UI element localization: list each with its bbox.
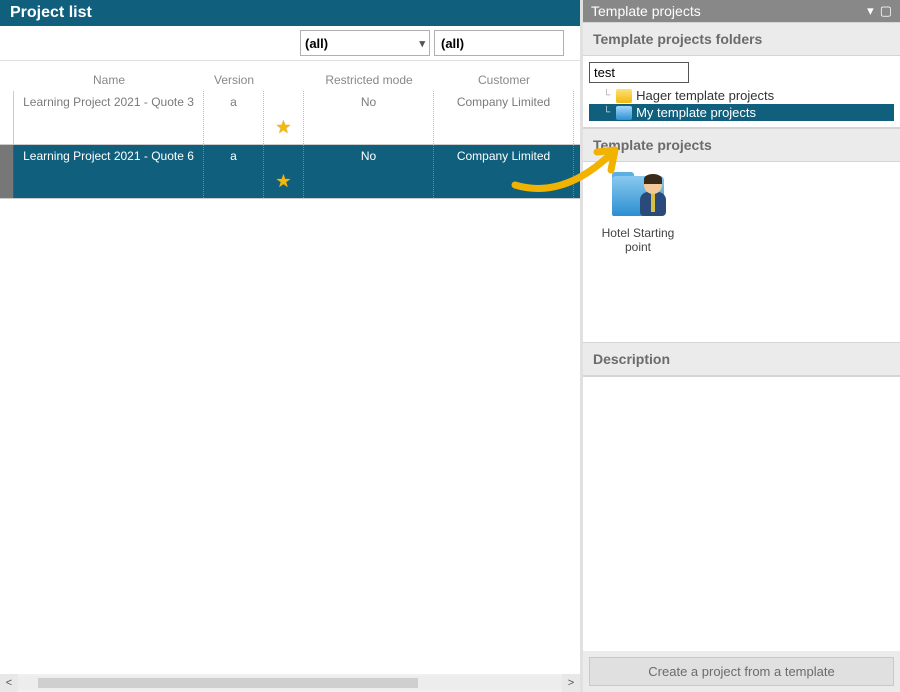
folder-blue-icon (616, 106, 632, 120)
project-folder-person-icon (608, 172, 668, 220)
filter-input[interactable] (434, 30, 564, 56)
cell-customer: Company Limited (434, 91, 574, 144)
create-button-row: Create a project from a template (583, 651, 900, 692)
col-header-customer[interactable]: Customer (434, 73, 574, 87)
pin-icon[interactable]: ▢ (880, 3, 892, 19)
template-project-item[interactable]: Hotel Starting point (593, 172, 683, 254)
folders-section-header: Template projects folders (583, 22, 900, 56)
create-project-button[interactable]: Create a project from a template (589, 657, 894, 686)
project-list-panel: Project list (all) ▾ Name Version Restri… (0, 0, 580, 692)
scroll-track[interactable] (18, 676, 562, 690)
dropdown-icon[interactable]: ▾ (867, 3, 874, 19)
cell-restricted: No (304, 91, 434, 144)
folders-body: └ Hager template projects └ My template … (583, 56, 900, 128)
folder-yellow-icon (616, 89, 632, 103)
filter-dropdown[interactable]: (all) ▾ (300, 30, 430, 56)
cell-customer: Company Limited (434, 145, 574, 198)
grid-header: Name Version Restricted mode Customer (0, 61, 580, 91)
cell-version: a (204, 145, 264, 198)
tree-item-hager[interactable]: └ Hager template projects (589, 87, 894, 104)
description-body (583, 376, 900, 651)
cell-name: Learning Project 2021 - Quote 3 (14, 91, 204, 144)
projects-body: Hotel Starting point (583, 162, 900, 342)
filter-row: (all) ▾ (0, 26, 580, 61)
table-row[interactable]: Learning Project 2021 - Quote 3 a ★ No C… (0, 91, 580, 145)
row-handle[interactable] (0, 91, 14, 144)
table-row[interactable]: Learning Project 2021 - Quote 6 a ★ No C… (0, 145, 580, 199)
tree-item-label: Hager template projects (636, 88, 774, 103)
cell-restricted: No (304, 145, 434, 198)
folder-search-input[interactable] (589, 62, 689, 83)
grid-body: Learning Project 2021 - Quote 3 a ★ No C… (0, 91, 580, 674)
col-header-version[interactable]: Version (204, 73, 264, 87)
template-projects-panel: Template projects ▾ ▢ Template projects … (580, 0, 900, 692)
col-header-name[interactable]: Name (14, 73, 204, 87)
scroll-right-arrow-icon[interactable]: > (562, 674, 580, 692)
col-header-restricted[interactable]: Restricted mode (304, 73, 434, 87)
row-handle[interactable] (0, 145, 14, 198)
description-section-header: Description (583, 342, 900, 376)
cell-version: a (204, 91, 264, 144)
horizontal-scrollbar[interactable]: < > (0, 674, 580, 692)
template-panel-titlebar: Template projects ▾ ▢ (583, 0, 900, 22)
folder-tree: └ Hager template projects └ My template … (589, 87, 894, 121)
projects-section-header: Template projects (583, 128, 900, 162)
template-panel-title: Template projects (591, 3, 701, 19)
project-list-title: Project list (0, 0, 580, 26)
cell-name: Learning Project 2021 - Quote 6 (14, 145, 204, 198)
template-project-label: Hotel Starting point (593, 226, 683, 254)
star-icon[interactable]: ★ (275, 171, 291, 192)
tree-item-my-templates[interactable]: └ My template projects (589, 104, 894, 121)
scroll-thumb[interactable] (38, 678, 418, 688)
chevron-down-icon: ▾ (419, 37, 425, 50)
scroll-left-arrow-icon[interactable]: < (0, 674, 18, 692)
filter-dropdown-value: (all) (305, 36, 328, 51)
tree-item-label: My template projects (636, 105, 756, 120)
star-icon[interactable]: ★ (275, 117, 291, 138)
